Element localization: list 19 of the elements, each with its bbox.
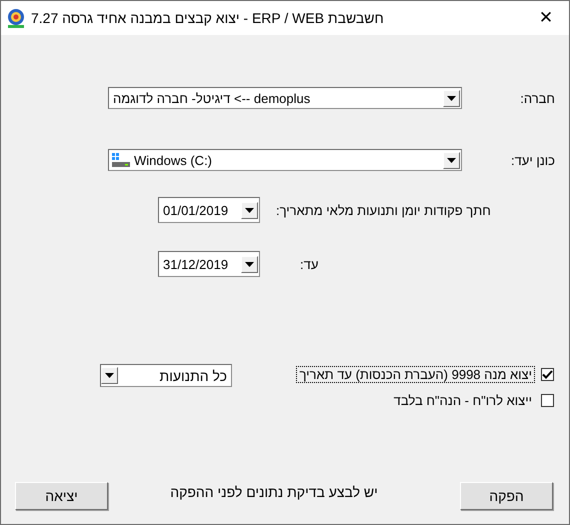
app-logo-icon (7, 8, 25, 28)
from-date-field[interactable]: 01/01/2019 (158, 197, 260, 223)
note-text: יש לבצע בדיקת נתונים לפני ההפקה (170, 484, 379, 500)
checkbox-label[interactable]: ייצוא לרו"ח - הנה"ח בלבד (390, 392, 535, 409)
exit-button[interactable]: יציאה (15, 482, 108, 510)
checkbox[interactable] (541, 368, 554, 381)
export-button[interactable]: הפקה (460, 482, 553, 510)
drive-dropdown[interactable]: Windows (C:) (108, 149, 462, 171)
company-dropdown[interactable]: דיגיטל- חברה לדוגמה <-- demoplus (108, 87, 462, 109)
to-date-label: עד: (300, 256, 318, 272)
drive-label: כונן יעד: (510, 152, 555, 168)
window-title: חשבשבת ERP / WEB - יצוא קבצים במבנה אחיד גרסה 7.27 (31, 10, 384, 26)
drive-icon (112, 153, 130, 167)
from-date-label: חתך פקודות יומן ותנועות מלאי מתאריך: (276, 202, 491, 218)
to-date-field[interactable]: 31/12/2019 (158, 251, 260, 277)
checkbox[interactable] (541, 394, 554, 407)
company-label: חברה: (520, 90, 555, 106)
movements-dropdown[interactable]: כל התנועות (100, 364, 232, 387)
checkbox-label[interactable]: יצוא מנה 9998 (העברת הכנסות) עד תאריך (296, 366, 535, 383)
